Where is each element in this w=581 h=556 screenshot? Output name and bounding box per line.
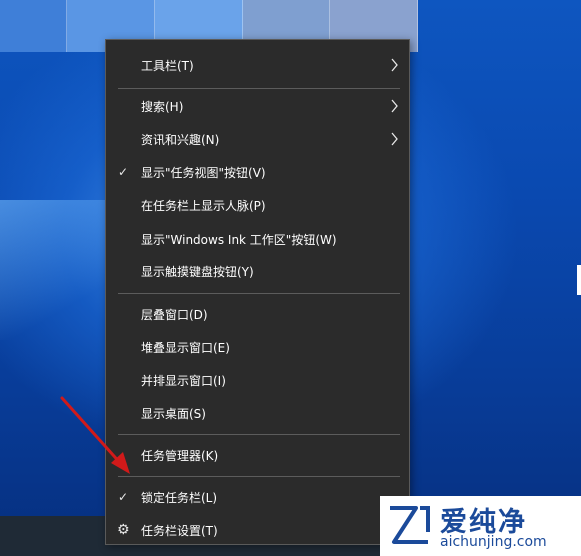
menu-separator (118, 434, 400, 435)
menu-item-label: 显示桌面(S) (141, 406, 206, 421)
menu-item-label: 锁定任务栏(L) (141, 490, 218, 505)
menu-item-touch-keyboard[interactable]: 显示触摸键盘按钮(Y) (106, 256, 409, 286)
watermark-logo-icon (390, 506, 430, 544)
menu-item-taskbar-settings[interactable]: ⚙ 任务栏设置(T) (106, 515, 409, 545)
menu-item-news[interactable]: 资讯和兴趣(N) (106, 124, 409, 154)
menu-item-label: 在任务栏上显示人脉(P) (141, 198, 266, 213)
gear-icon: ⚙ (117, 522, 130, 538)
checkmark-icon: ✓ (118, 490, 129, 504)
checkmark-icon: ✓ (118, 165, 129, 179)
menu-item-label: 显示触摸键盘按钮(Y) (141, 264, 254, 279)
menu-item-show-desktop[interactable]: 显示桌面(S) (106, 398, 409, 428)
menu-item-stacked[interactable]: 堆叠显示窗口(E) (106, 332, 409, 362)
menu-item-label: 层叠窗口(D) (141, 307, 208, 322)
menu-item-search[interactable]: 搜索(H) (106, 91, 409, 121)
chevron-right-icon (391, 99, 398, 113)
chevron-right-icon (391, 58, 398, 72)
menu-separator (118, 88, 400, 89)
menu-separator (118, 293, 400, 294)
menu-item-side-by-side[interactable]: 并排显示窗口(I) (106, 365, 409, 395)
menu-item-lock-taskbar[interactable]: ✓ 锁定任务栏(L) (106, 482, 409, 512)
menu-item-task-view[interactable]: ✓ 显示"任务视图"按钮(V) (106, 157, 409, 187)
menu-item-windows-ink[interactable]: 显示"Windows Ink 工作区"按钮(W) (106, 224, 409, 254)
chevron-right-icon (391, 132, 398, 146)
menu-item-label: 任务栏设置(T) (141, 523, 218, 538)
menu-item-label: 工具栏(T) (141, 58, 194, 73)
menu-separator (118, 476, 400, 477)
menu-item-task-manager[interactable]: 任务管理器(K) (106, 440, 409, 470)
watermark-badge: 爱纯净 aichunjing.com (380, 496, 581, 556)
menu-item-label: 显示"Windows Ink 工作区"按钮(W) (141, 232, 337, 247)
taskbar-context-menu: 工具栏(T) 搜索(H) 资讯和兴趣(N) ✓ 显示"任务视图"按钮(V) 在任… (105, 39, 410, 545)
menu-item-label: 任务管理器(K) (141, 448, 219, 463)
menu-item-label: 显示"任务视图"按钮(V) (141, 165, 266, 180)
menu-item-cascade[interactable]: 层叠窗口(D) (106, 299, 409, 329)
menu-item-toolbars[interactable]: 工具栏(T) (106, 50, 409, 80)
menu-item-label: 资讯和兴趣(N) (141, 132, 220, 147)
wallpaper-light (0, 200, 120, 340)
menu-item-people[interactable]: 在任务栏上显示人脉(P) (106, 190, 409, 220)
menu-item-label: 搜索(H) (141, 99, 184, 114)
menu-item-label: 并排显示窗口(I) (141, 373, 226, 388)
menu-item-label: 堆叠显示窗口(E) (141, 340, 230, 355)
partial-window-edge (577, 265, 581, 295)
watermark-url: aichunjing.com (440, 534, 547, 550)
wallpaper-pane (0, 0, 67, 52)
